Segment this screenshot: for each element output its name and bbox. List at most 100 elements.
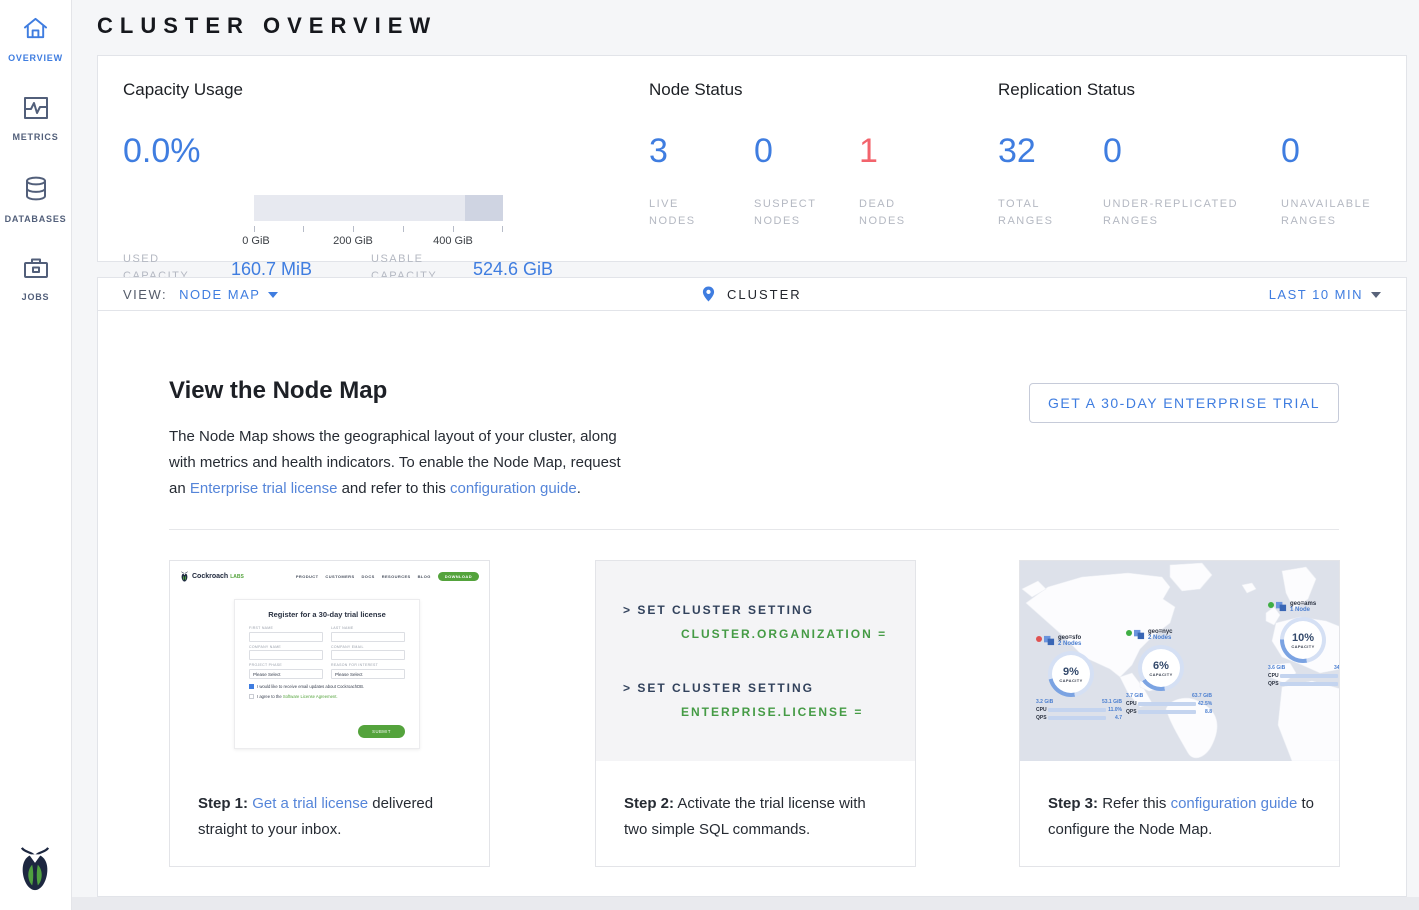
time-range-selector[interactable]: LAST 10 MIN (1269, 287, 1381, 302)
gauge-tick-label: 200 GiB (333, 235, 373, 247)
node-map-description: The Node Map shows the geographical layo… (169, 424, 634, 502)
get-enterprise-trial-button[interactable]: GET A 30-DAY ENTERPRISE TRIAL (1029, 383, 1339, 423)
capacity-gauge (254, 195, 503, 221)
sidebar-item-metrics[interactable]: METRICS (0, 96, 71, 145)
locality-node-count: 2 Nodes (1148, 635, 1173, 641)
gauge-tick (254, 226, 255, 232)
metrics-chart-icon (23, 96, 49, 120)
dead-nodes-label: DEAD NODES (859, 196, 939, 230)
cockroachdb-logo (16, 845, 54, 892)
total-ranges-label: TOTAL RANGES (998, 196, 1078, 230)
step-text: Refer this (1102, 795, 1166, 812)
home-icon (22, 16, 49, 41)
database-icon (24, 176, 48, 202)
gauge-tick-label: 400 GiB (433, 235, 473, 247)
get-trial-license-link[interactable]: Get a trial license (252, 795, 368, 812)
unavailable-ranges-label: UNAVAILABLE RANGES (1281, 196, 1391, 230)
locality-node-count: 1 Node (1290, 607, 1316, 613)
total-ranges-count: 32 (998, 132, 1036, 171)
step-number: Step 1: (198, 795, 248, 812)
status-dot-green (1268, 602, 1274, 608)
description-text: and refer to this (342, 480, 446, 497)
mini-download-button: DOWNLOAD (438, 572, 479, 581)
gauge-tick-label: 0 GiB (242, 235, 270, 247)
step-number: Step 3: (1048, 795, 1098, 812)
node-map-preview: geo=sfo2 Nodes 9%CAPACITY 3.2 GiB53.1 Gi… (1020, 561, 1339, 761)
step-number: Step 2: (624, 795, 674, 812)
cockroach-labs-mini-logo (180, 571, 189, 582)
sidebar: OVERVIEW METRICS DATABASES JOBS (0, 0, 72, 910)
mini-nav: PRODUCTCUSTOMERSDOCSRESOURCESBLOG DOWNLO… (296, 572, 479, 581)
sql-snippet: > SET CLUSTER SETTING CLUSTER.ORGANIZATI… (596, 561, 915, 761)
step3-card: geo=sfo2 Nodes 9%CAPACITY 3.2 GiB53.1 Gi… (1019, 560, 1340, 867)
mini-brand: CockroachLABS (192, 573, 244, 580)
sql-argument: CLUSTER.ORGANIZATION = (681, 627, 887, 641)
mini-submit-button: SUBMIT (358, 725, 405, 738)
node-map-heading: View the Node Map (169, 377, 387, 405)
capacity-usage-title: Capacity Usage (123, 80, 243, 100)
capacity-used-percent: 0.0% (123, 132, 201, 171)
time-range-value: LAST 10 MIN (1269, 287, 1363, 302)
location-pin-icon (702, 286, 715, 302)
capacity-ring: 10%CAPACITY (1280, 617, 1326, 663)
step1-screenshot: CockroachLABS PRODUCTCUSTOMERSDOCSRESOUR… (170, 561, 489, 773)
gauge-tick (502, 226, 503, 232)
chevron-down-icon (1371, 292, 1381, 298)
suspect-nodes-count: 0 (754, 132, 773, 171)
status-dot-red (1036, 636, 1042, 642)
gauge-tick (403, 226, 404, 232)
mini-form-title: Register for a 30-day trial license (249, 610, 405, 619)
sidebar-item-jobs[interactable]: JOBS (0, 256, 71, 305)
gauge-tick (303, 226, 304, 232)
cluster-summary-panel: Capacity Usage 0.0% 0 GiB 200 GiB 400 Gi… (97, 55, 1407, 262)
gauge-tick (453, 226, 454, 232)
sidebar-item-label: JOBS (22, 292, 50, 302)
sidebar-item-overview[interactable]: OVERVIEW (0, 16, 71, 66)
capacity-ring: 9%CAPACITY (1048, 651, 1094, 697)
configuration-guide-link[interactable]: configuration guide (1171, 795, 1298, 812)
node-cube-icon (1134, 629, 1145, 640)
replication-status-title: Replication Status (998, 80, 1135, 100)
node-status-title: Node Status (649, 80, 743, 100)
sidebar-item-label: METRICS (12, 132, 58, 142)
unavailable-ranges-count: 0 (1281, 132, 1300, 171)
capacity-gauge-reserved-segment (465, 195, 503, 221)
sidebar-item-databases[interactable]: DATABASES (0, 176, 71, 227)
live-nodes-label: LIVE NODES (649, 196, 729, 230)
under-replicated-label: UNDER-REPLICATED RANGES (1103, 196, 1268, 230)
enterprise-trial-license-link[interactable]: Enterprise trial license (190, 480, 338, 497)
step1-caption: Step 1: Get a trial license delivered st… (198, 791, 465, 843)
gauge-tick (353, 226, 354, 232)
node-cube-icon (1276, 601, 1287, 612)
live-nodes-count: 3 (649, 132, 668, 171)
configuration-guide-link[interactable]: configuration guide (450, 480, 577, 497)
sql-command: > SET CLUSTER SETTING (623, 681, 814, 695)
breadcrumb-cluster: CLUSTER (98, 286, 1406, 302)
node-map-panel: View the Node Map The Node Map shows the… (97, 310, 1407, 897)
status-dot-green (1126, 630, 1132, 636)
mini-register-form: Register for a 30-day trial license FIRS… (234, 599, 420, 749)
capacity-ring: 6%CAPACITY (1138, 645, 1184, 691)
locality-badge-nyc: geo=nyc2 Nodes 6%CAPACITY 3.7 GiB63.7 Gi… (1126, 629, 1212, 715)
under-replicated-count: 0 (1103, 132, 1122, 171)
briefcase-icon (23, 256, 49, 280)
node-cube-icon (1044, 635, 1055, 646)
locality-badge-ams: geo=ams1 Node 10%CAPACITY 3.6 GiB34.4 Gi… (1268, 601, 1339, 687)
locality-node-count: 2 Nodes (1058, 641, 1081, 647)
step2-caption: Step 2: Activate the trial license with … (624, 791, 891, 843)
cluster-breadcrumb-label: CLUSTER (727, 287, 802, 302)
suspect-nodes-label: SUSPECT NODES (754, 196, 834, 230)
sidebar-item-label: DATABASES (5, 214, 67, 224)
sql-command: > SET CLUSTER SETTING (623, 603, 814, 617)
page-bottom-strip (72, 897, 1419, 910)
view-toolbar: VIEW: NODE MAP CLUSTER LAST 10 MIN (97, 277, 1407, 311)
step2-card: > SET CLUSTER SETTING CLUSTER.ORGANIZATI… (595, 560, 916, 867)
page-title: CLUSTER OVERVIEW (97, 13, 437, 39)
sidebar-item-label: OVERVIEW (8, 53, 63, 63)
section-divider (169, 529, 1339, 530)
sql-argument: ENTERPRISE.LICENSE = (681, 705, 863, 719)
description-text: . (577, 480, 581, 497)
step3-caption: Step 3: Refer this configuration guide t… (1048, 791, 1315, 843)
dead-nodes-count: 1 (859, 132, 878, 171)
locality-badge-sfo: geo=sfo2 Nodes 9%CAPACITY 3.2 GiB53.1 Gi… (1036, 635, 1122, 721)
